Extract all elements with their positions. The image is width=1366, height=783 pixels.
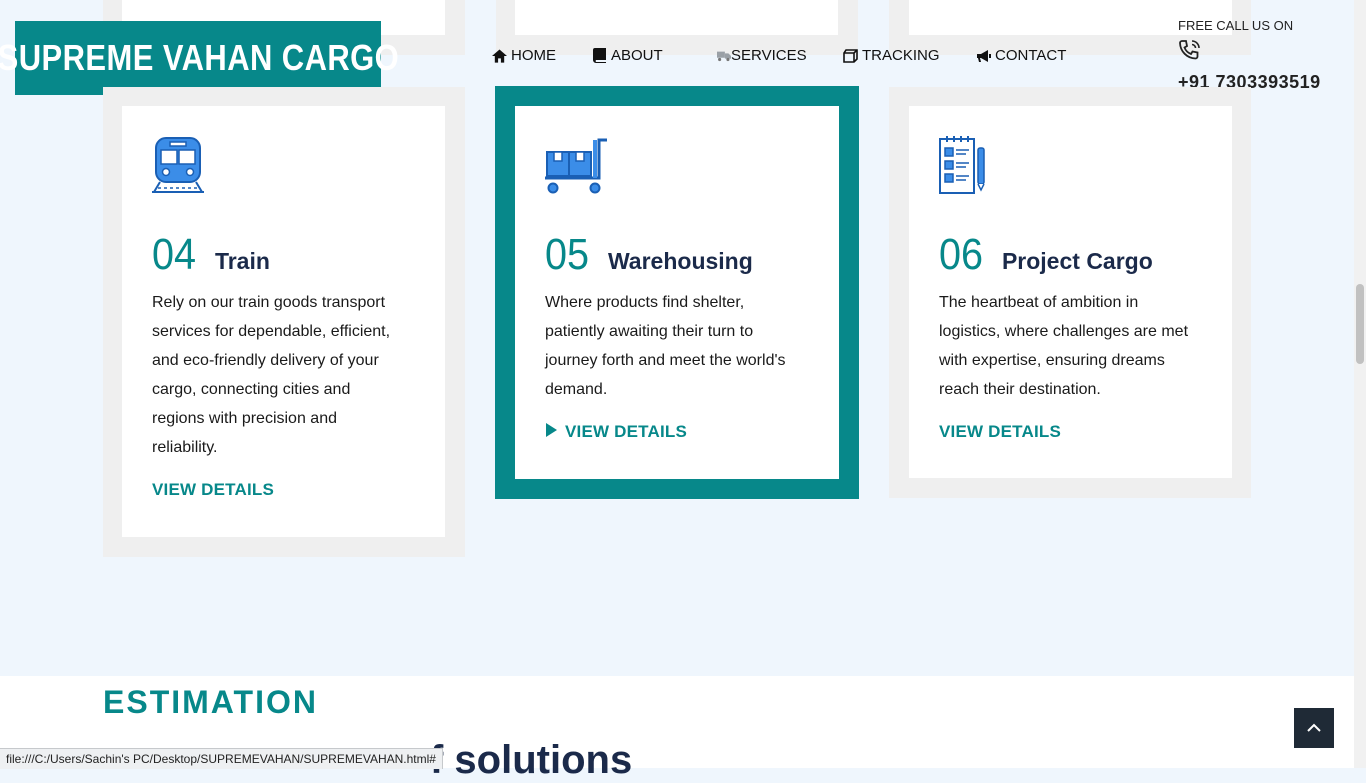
site-logo[interactable]: SUPREME VAHAN CARGO: [0, 21, 398, 95]
scrollbar-track[interactable]: [1354, 0, 1366, 768]
estimation-label: ESTIMATION: [103, 684, 318, 720]
phone-icon: [1178, 39, 1321, 66]
service-number: 05: [545, 230, 590, 279]
browser-status-url: file:///C:/Users/Sachin's PC/Desktop/SUP…: [0, 748, 443, 769]
view-details-link-project-cargo[interactable]: VIEW DETAILS: [939, 422, 1202, 442]
home-icon: [492, 48, 507, 63]
service-heading: 04 Train: [152, 230, 415, 280]
service-title: Train: [214, 248, 270, 274]
service-card-warehousing: 05 Warehousing Where products find shelt…: [515, 106, 839, 479]
view-details-label: VIEW DETAILS: [152, 480, 275, 499]
view-details-link-train[interactable]: VIEW DETAILS: [152, 480, 415, 500]
warehouse-trolley-icon: [545, 136, 607, 196]
service-title: Warehousing: [607, 248, 753, 274]
megaphone-icon: [976, 49, 991, 63]
play-arrow-icon: [545, 422, 557, 442]
service-number: 06: [939, 230, 984, 279]
service-heading: 06 Project Cargo: [939, 230, 1202, 280]
nav-about-label: ABOUT: [611, 47, 663, 64]
call-label: FREE CALL US ON: [1178, 18, 1294, 33]
view-details-label: VIEW DETAILS: [939, 422, 1062, 441]
nav-services[interactable]: SERVICES: [717, 47, 807, 64]
nav-services-label: SERVICES: [731, 47, 807, 64]
service-card-train: 04 Train Rely on our train goods transpo…: [122, 106, 445, 537]
nav-home-label: HOME: [511, 47, 556, 64]
service-card-project-cargo: 06 Project Cargo The heartbeat of ambiti…: [909, 106, 1232, 478]
book-icon: [593, 48, 607, 63]
estimation-heading: f solutions: [430, 738, 633, 782]
call-box: FREE CALL US ON +91 7303393519: [1178, 18, 1321, 93]
nav-tracking-label: TRACKING: [862, 47, 940, 64]
service-heading: 05 Warehousing: [545, 230, 809, 280]
nav-tracking[interactable]: TRACKING: [843, 47, 940, 64]
checklist-icon: [939, 136, 999, 196]
train-icon: [152, 136, 212, 196]
nav-contact-label: CONTACT: [995, 47, 1067, 64]
nav-contact[interactable]: CONTACT: [976, 47, 1066, 64]
truck-icon: [717, 50, 731, 62]
nav-about[interactable]: ABOUT: [593, 47, 663, 64]
nav-home[interactable]: HOME: [492, 47, 556, 64]
view-details-link-warehousing[interactable]: VIEW DETAILS: [545, 422, 809, 442]
service-number: 04: [152, 230, 197, 279]
view-details-label: VIEW DETAILS: [565, 422, 688, 441]
service-title: Project Cargo: [1001, 248, 1153, 274]
chevron-up-icon: [1307, 719, 1321, 737]
back-to-top-button[interactable]: [1294, 708, 1334, 748]
service-description: The heartbeat of ambition in logistics, …: [939, 294, 1189, 398]
service-description: Rely on our train goods transport servic…: [152, 294, 391, 456]
logo-text: SUPREME VAHAN CARGO: [0, 37, 399, 78]
box-icon: [843, 48, 858, 63]
prev-card-2: [515, 0, 838, 35]
scrollbar-thumb[interactable]: [1356, 284, 1364, 364]
service-description: Where products find shelter, patiently a…: [545, 294, 786, 398]
